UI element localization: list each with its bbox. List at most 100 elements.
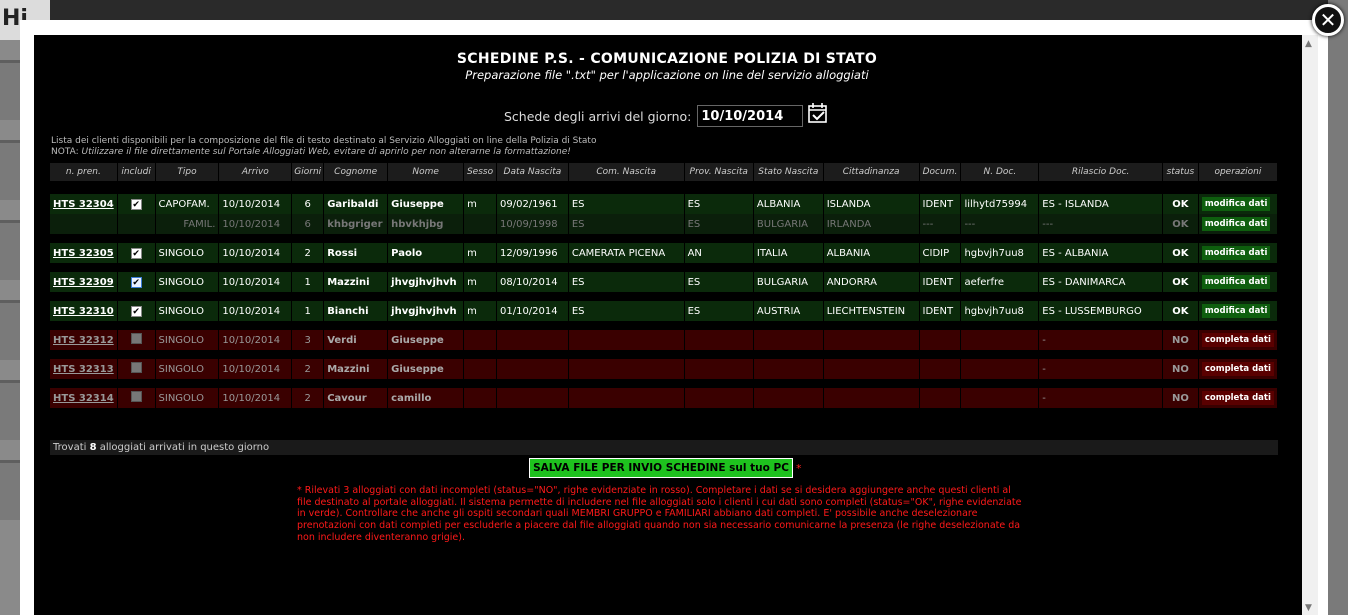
col-header: operazioni: [1198, 163, 1278, 181]
empty-cell: [919, 388, 962, 408]
reservation-link[interactable]: HTS 32304: [53, 199, 114, 210]
giorni-cell: 3: [292, 330, 325, 350]
empty-cell: [464, 330, 497, 350]
cittadinanza-cell: ALBANIA: [823, 243, 920, 263]
col-header: Rilascio Doc.: [1039, 163, 1163, 181]
reservation-link[interactable]: HTS 32310: [53, 306, 114, 317]
note-prefix: NOTA:: [51, 147, 79, 157]
modal-scrollbar[interactable]: ▲ ▼: [1302, 35, 1318, 615]
empty-cell: [464, 388, 497, 408]
col-header: Prov. Nascita: [684, 163, 754, 181]
include-checkbox[interactable]: [130, 333, 142, 344]
cognome-cell: Cavour: [324, 388, 389, 408]
include-cell: ✔: [117, 272, 156, 292]
rilascio-cell: ES - DANIMARCA: [1039, 272, 1163, 292]
col-header: n. pren.: [50, 163, 118, 181]
col-header: Giorni: [292, 163, 325, 181]
reservation-link[interactable]: HTS 32309: [53, 277, 114, 288]
include-checkbox[interactable]: ✔: [130, 247, 142, 259]
include-cell: ✔: [117, 194, 156, 214]
empty-cell: [753, 359, 824, 379]
tipo-cell: SINGOLO: [155, 272, 220, 292]
reservation-link[interactable]: HTS 32312: [53, 335, 114, 346]
giorni-cell: 2: [292, 243, 325, 263]
include-checkbox[interactable]: [130, 391, 142, 402]
close-modal-button[interactable]: ✕: [1312, 4, 1344, 36]
include-checkbox[interactable]: [130, 362, 142, 373]
edit-data-button[interactable]: modifica dati: [1201, 197, 1271, 211]
calendar-icon[interactable]: [807, 102, 829, 124]
arrivo-cell: 10/10/2014: [219, 243, 293, 263]
operations-cell: modifica dati: [1198, 301, 1278, 321]
empty-cell: [961, 330, 1040, 350]
edit-data-button[interactable]: modifica dati: [1201, 217, 1271, 231]
modal-dialog: SCHEDINE P.S. - COMUNICAZIONE POLIZIA DI…: [20, 20, 1328, 615]
arrivo-cell: 10/10/2014: [219, 194, 293, 214]
col-header: Tipo: [155, 163, 220, 181]
col-header: Docum.: [919, 163, 962, 181]
empty-cell: [753, 330, 824, 350]
table-row: HTS 32310 ✔ SINGOLO 10/10/2014 1 Bianchi…: [50, 301, 1278, 321]
status-badge: OK: [1162, 301, 1199, 321]
col-header: Com. Nascita: [568, 163, 685, 181]
col-header: Cittadinanza: [823, 163, 920, 181]
status-badge: OK: [1162, 243, 1199, 263]
complete-data-button[interactable]: completa dati: [1201, 391, 1274, 405]
table-row: HTS 32304 ✔ CAPOFAM. 10/10/2014 6 Gariba…: [50, 194, 1278, 214]
operations-cell: modifica dati: [1198, 243, 1278, 263]
cognome-cell: Mazzini: [324, 272, 389, 292]
modal-title: SCHEDINE P.S. - COMUNICAZIONE POLIZIA DI…: [456, 51, 878, 67]
sesso-cell: m: [464, 194, 497, 214]
empty-cell: [684, 388, 754, 408]
include-cell: ✔: [117, 243, 156, 263]
reservation-link[interactable]: HTS 32314: [53, 393, 114, 404]
include-cell: ✔: [117, 301, 156, 321]
empty-cell: [496, 388, 569, 408]
save-footnote-marker: *: [796, 462, 802, 475]
edit-data-button[interactable]: modifica dati: [1201, 246, 1271, 260]
prov-nascita-cell: ES: [684, 194, 754, 214]
stato-nascita-cell: ALBANIA: [753, 194, 824, 214]
rilascio-cell: -: [1039, 359, 1163, 379]
data-nascita-cell: 12/09/1996: [496, 243, 569, 263]
status-badge: NO: [1162, 388, 1199, 408]
nome-cell: jhvgjhvjhvh: [388, 301, 465, 321]
giorni-cell: 2: [292, 388, 325, 408]
table-row: HTS 32314 SINGOLO 10/10/2014 2 Cavour ca…: [50, 388, 1278, 408]
prov-nascita-cell: ES: [684, 272, 754, 292]
reservation-link[interactable]: HTS 32305: [53, 248, 114, 259]
scroll-up-arrow-icon[interactable]: ▲: [1305, 39, 1312, 49]
include-checkbox[interactable]: ✔: [130, 198, 142, 210]
modal-content: SCHEDINE P.S. - COMUNICAZIONE POLIZIA DI…: [34, 35, 1318, 615]
giorni-cell: 1: [292, 272, 325, 292]
giorni-cell: 1: [292, 301, 325, 321]
reservation-link[interactable]: HTS 32313: [53, 364, 114, 375]
date-input[interactable]: [697, 105, 804, 127]
save-file-button[interactable]: SALVA FILE PER INVIO SCHEDINE sul tuo PC…: [529, 458, 793, 492]
nome-cell: hbvkhjbg: [388, 214, 465, 234]
com-nascita-cell: ES: [568, 272, 685, 292]
complete-data-button[interactable]: completa dati: [1201, 362, 1274, 376]
include-checkbox[interactable]: ✔: [130, 305, 142, 317]
include-cell: [117, 214, 156, 234]
col-header: Cognome: [324, 163, 389, 181]
edit-data-button[interactable]: modifica dati: [1201, 275, 1271, 289]
col-header: Arrivo: [219, 163, 293, 181]
nome-cell: Paolo: [388, 243, 465, 263]
arrivo-cell: 10/10/2014: [219, 301, 293, 321]
modal-subtitle: Preparazione file ".txt" per l'applicazi…: [465, 68, 869, 82]
edit-data-button[interactable]: modifica dati: [1201, 304, 1271, 318]
complete-data-button[interactable]: completa dati: [1201, 333, 1274, 347]
include-checkbox[interactable]: ✔: [130, 276, 142, 288]
reservation-cell: HTS 32313: [50, 359, 118, 379]
empty-cell: [823, 388, 920, 408]
table-header-row: n. pren. includi Tipo Arrivo Giorni Cogn…: [50, 163, 1278, 181]
nome-cell: jhvgjhvjhvh: [388, 272, 465, 292]
status-badge: NO: [1162, 359, 1199, 379]
empty-cell: [919, 359, 962, 379]
arrivo-cell: 10/10/2014: [219, 388, 293, 408]
n-doc-cell: ---: [961, 214, 1040, 234]
empty-cell: [823, 359, 920, 379]
scroll-down-arrow-icon[interactable]: ▼: [1305, 603, 1312, 613]
empty-cell: [464, 359, 497, 379]
